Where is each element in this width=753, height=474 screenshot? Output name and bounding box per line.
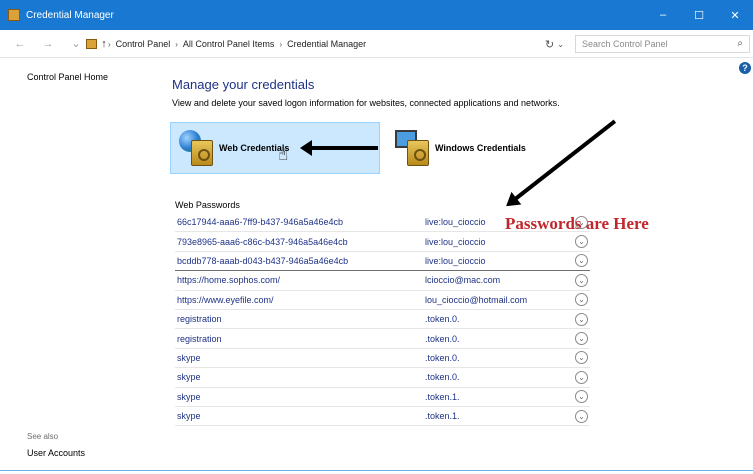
breadcrumb-separator-icon[interactable]: ›: [279, 40, 282, 49]
credential-username: .token.0.: [425, 333, 460, 344]
expand-chevron-icon[interactable]: ⌄: [575, 235, 588, 249]
breadcrumb-credential-manager[interactable]: Credential Manager: [287, 39, 366, 49]
back-arrow-icon[interactable]: ←: [12, 38, 28, 50]
window-controls: – ☐ ✕: [645, 0, 753, 30]
credential-username: .token.1.: [425, 391, 460, 402]
table-row[interactable]: skype .token.1. ⌄: [175, 388, 590, 407]
credential-username: live:lou_cioccio: [425, 255, 486, 266]
window-title: Credential Manager: [26, 9, 114, 21]
expand-chevron-icon[interactable]: ⌄: [575, 273, 588, 287]
expand-chevron-icon[interactable]: ⌄: [575, 254, 588, 268]
expand-chevron-icon[interactable]: ⌄: [575, 370, 588, 384]
web-passwords-heading: Web Passwords: [175, 200, 240, 210]
credential-address: https://home.sophos.com/: [177, 275, 281, 286]
sidebar-user-accounts-link[interactable]: User Accounts: [27, 448, 85, 458]
credential-address: bcddb778-aaab-d043-b437-946a5a46e4cb: [177, 255, 349, 266]
credential-username: .token.0.: [425, 352, 460, 363]
recent-locations-chevron-icon[interactable]: ⌄: [68, 37, 84, 50]
expand-chevron-icon[interactable]: ⌄: [575, 332, 588, 346]
refresh-icon[interactable]: ↻: [545, 38, 554, 51]
windows-credentials-tile[interactable]: Windows Credentials: [387, 122, 527, 174]
credential-address: https://www.eyefile.com/: [177, 294, 274, 305]
table-row[interactable]: https://www.eyefile.com/lou_cioccio@hotm…: [175, 291, 590, 310]
web-credentials-icon: [179, 128, 215, 168]
table-row[interactable]: registration .token.0. ⌄: [175, 329, 590, 349]
credential-address: skype: [177, 391, 201, 402]
page-description: View and delete your saved logon informa…: [172, 98, 560, 108]
table-row[interactable]: skype .token.0. ⌄: [175, 349, 590, 369]
expand-chevron-icon[interactable]: ⌄: [575, 390, 588, 404]
web-passwords-list: 66c17944-aaa6-7ff9-b437-946a5a46e4cb live…: [175, 213, 590, 427]
title-bar: Credential Manager – ☐ ✕: [0, 0, 753, 30]
bottom-divider: [0, 470, 753, 471]
search-input[interactable]: Search Control Panel ⌕: [575, 35, 750, 53]
address-dropdown-icon[interactable]: ⌄: [557, 40, 564, 49]
expand-chevron-icon[interactable]: ⌄: [575, 215, 588, 229]
breadcrumb-separator-icon[interactable]: ›: [108, 40, 111, 49]
credential-username: live:lou_cioccio: [425, 217, 486, 228]
control-panel-folder-icon: [86, 39, 97, 49]
annotation-arrow-left: [300, 140, 378, 156]
help-icon[interactable]: ?: [739, 62, 751, 74]
credential-username: .token.0.: [425, 314, 460, 325]
credential-address: 793e8965-aaa6-c86c-b437-946a5a46e4cb: [177, 236, 348, 247]
expand-chevron-icon[interactable]: ⌄: [575, 312, 588, 326]
credential-username: .token.1.: [425, 411, 460, 422]
credential-address: 66c17944-aaa6-7ff9-b437-946a5a46e4cb: [177, 217, 343, 228]
maximize-button[interactable]: ☐: [681, 0, 717, 30]
search-placeholder: Search Control Panel: [582, 39, 668, 49]
page-title: Manage your credentials: [172, 77, 315, 92]
annotation-arrow-diagonal: [512, 119, 617, 202]
credential-username: live:lou_cioccio: [425, 236, 486, 247]
table-row[interactable]: 66c17944-aaa6-7ff9-b437-946a5a46e4cb live…: [175, 213, 590, 233]
expand-chevron-icon[interactable]: ⌄: [575, 293, 588, 307]
breadcrumb-separator-icon[interactable]: ›: [175, 40, 178, 49]
windows-credentials-icon: [395, 128, 431, 168]
address-bar: ← → ⌄ ↑ › Control Panel › All Control Pa…: [0, 30, 753, 58]
forward-arrow-icon[interactable]: →: [40, 38, 56, 50]
table-row[interactable]: bcddb778-aaab-d043-b437-946a5a46e4cb live…: [175, 252, 590, 272]
expand-chevron-icon[interactable]: ⌄: [575, 409, 588, 423]
see-also-heading: See also: [27, 432, 59, 441]
expand-chevron-icon[interactable]: ⌄: [575, 351, 588, 365]
minimize-button[interactable]: –: [645, 0, 681, 30]
breadcrumb: › Control Panel › All Control Panel Item…: [86, 35, 570, 53]
windows-credentials-label: Windows Credentials: [435, 143, 526, 153]
breadcrumb-all-items[interactable]: All Control Panel Items: [183, 39, 275, 49]
sidebar-control-panel-home[interactable]: Control Panel Home: [27, 72, 108, 82]
credential-address: registration: [177, 314, 222, 325]
credential-address: registration: [177, 333, 222, 344]
close-button[interactable]: ✕: [717, 0, 753, 30]
credential-username: .token.0.: [425, 372, 460, 383]
search-icon[interactable]: ⌕: [737, 38, 743, 49]
table-row[interactable]: https://home.sophos.com/lcioccio@mac.com…: [175, 271, 590, 291]
credential-username: lcioccio@mac.com: [425, 275, 501, 286]
credential-manager-app-icon: [8, 9, 20, 21]
table-row[interactable]: registration .token.0. ⌄: [175, 310, 590, 330]
table-row[interactable]: 793e8965-aaa6-c86c-b437-946a5a46e4cb live…: [175, 232, 590, 252]
credential-address: skype: [177, 411, 201, 422]
table-row[interactable]: skype .token.0. ⌄: [175, 368, 590, 388]
breadcrumb-control-panel[interactable]: Control Panel: [116, 39, 171, 49]
hand-cursor-icon: ☝: [278, 145, 289, 164]
credential-username: lou_cioccio@hotmail.com: [425, 294, 528, 305]
table-row[interactable]: skype .token.1. ⌄: [175, 407, 590, 427]
credential-address: skype: [177, 352, 201, 363]
credential-address: skype: [177, 372, 201, 383]
